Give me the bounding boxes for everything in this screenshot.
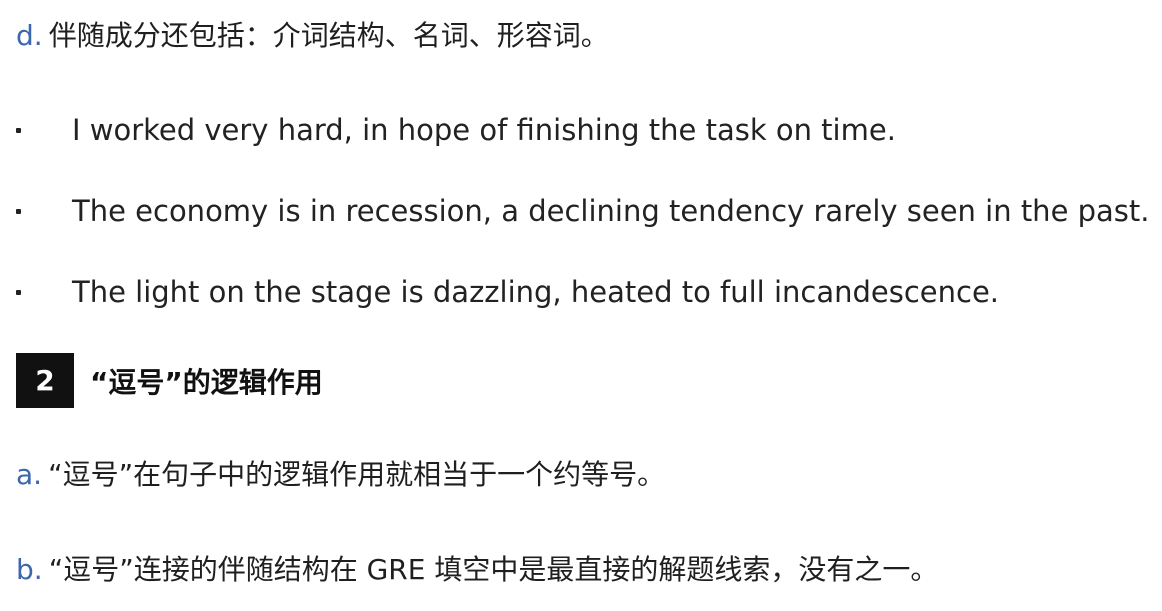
- item-d-text: 伴随成分还包括：介词结构、名词、形容词。: [48, 19, 609, 52]
- example-sentence-3: The light on the stage is dazzling, heat…: [72, 275, 1000, 309]
- bullet-dot-2: [16, 209, 21, 214]
- item-b-text: “逗号”连接的伴随结构在 GRE 填空中是最直接的解题线索，没有之一。: [48, 553, 939, 586]
- item-b: b. “逗号”连接的伴随结构在 GRE 填空中是最直接的解题线索，没有之一。: [16, 553, 938, 587]
- bullet-dot-1: [16, 128, 21, 133]
- item-d-marker: d.: [16, 19, 43, 52]
- section-header: 2 “逗号”的逻辑作用: [16, 353, 323, 408]
- item-a-marker: a.: [16, 458, 43, 491]
- item-b-marker: b.: [16, 553, 43, 586]
- bullet-dot-3: [16, 290, 21, 295]
- section-title: “逗号”的逻辑作用: [90, 365, 323, 399]
- item-a: a. “逗号”在句子中的逻辑作用就相当于一个约等号。: [16, 458, 665, 492]
- example-sentence-1: I worked very hard, in hope of finishing…: [72, 113, 896, 147]
- item-d: d. 伴随成分还包括：介词结构、名词、形容词。: [16, 19, 609, 53]
- item-a-text: “逗号”在句子中的逻辑作用就相当于一个约等号。: [48, 458, 666, 491]
- section-number-badge: 2: [16, 353, 74, 408]
- example-sentence-2: The economy is in recession, a declining…: [72, 194, 1150, 228]
